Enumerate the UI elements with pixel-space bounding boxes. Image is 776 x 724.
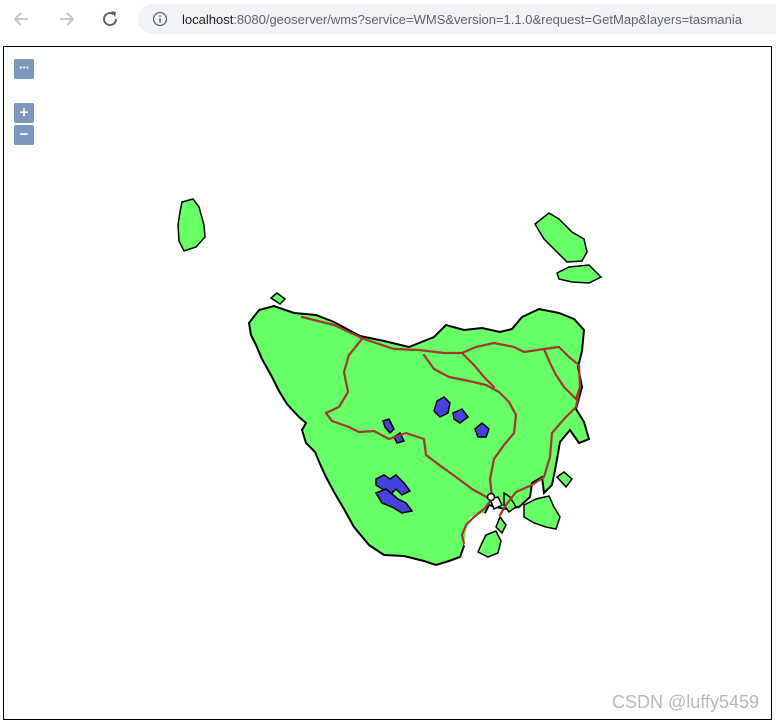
island-maria	[555, 471, 574, 489]
address-bar[interactable]: localhost:8080/geoserver/wms?service=WMS…	[138, 4, 776, 34]
island-king	[177, 198, 206, 252]
zoom-out-button[interactable]: −	[14, 125, 34, 145]
island-south-east	[495, 515, 507, 535]
map-viewport[interactable]: ··· + − CSDN @luffy5459	[3, 46, 772, 720]
arrow-left-icon	[13, 12, 28, 26]
info-icon[interactable]	[152, 11, 168, 27]
tasmania-mainland	[247, 304, 591, 567]
watermark: CSDN @luffy5459	[611, 692, 759, 712]
url-text[interactable]: localhost:8080/geoserver/wms?service=WMS…	[182, 12, 742, 27]
back-button[interactable]	[8, 5, 36, 33]
reload-button[interactable]	[96, 5, 124, 33]
hobart-marker	[486, 492, 496, 502]
arrow-right-icon	[60, 12, 75, 26]
island-robbins	[269, 292, 287, 305]
url-path: :8080/geoserver/wms?service=WMS&version=…	[233, 11, 743, 27]
reload-icon	[103, 11, 118, 27]
browser-toolbar: localhost:8080/geoserver/wms?service=WMS…	[0, 0, 776, 38]
zoom-in-button[interactable]: +	[14, 103, 34, 123]
island-flinders	[534, 212, 588, 263]
forward-button[interactable]	[52, 5, 80, 33]
island-cape-barren	[556, 264, 603, 284]
map-canvas[interactable]	[4, 47, 771, 719]
url-host: localhost	[182, 11, 234, 27]
tasman-peninsula	[523, 495, 561, 530]
layer-switcher-button[interactable]: ···	[14, 59, 34, 79]
